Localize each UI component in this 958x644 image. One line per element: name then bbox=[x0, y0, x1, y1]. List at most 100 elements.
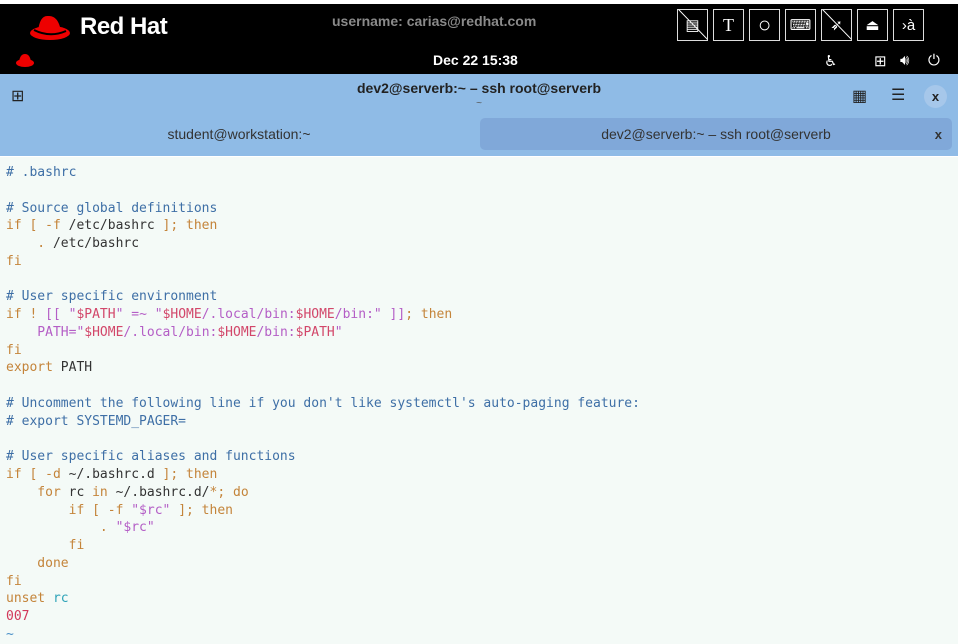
circle-icon: ○ bbox=[757, 12, 772, 37]
code-token: # Source global definitions bbox=[6, 200, 218, 216]
code-token: rc bbox=[68, 484, 93, 500]
accessibility-icon[interactable]: ♿︎ bbox=[824, 52, 837, 70]
terminal-line: fi bbox=[6, 537, 958, 555]
code-token: ~/.bashrc.d bbox=[68, 467, 163, 483]
code-token: fi bbox=[6, 342, 22, 358]
code-token: $PATH bbox=[76, 307, 116, 323]
code-token: ~ bbox=[6, 626, 14, 642]
input-method-button[interactable]: ›à bbox=[893, 9, 924, 41]
tab-label: student@workstation:~ bbox=[167, 126, 311, 142]
terminal-line: # User specific environment bbox=[6, 288, 958, 306]
code-token: "$rc" bbox=[115, 520, 155, 536]
code-token: if [ -f bbox=[6, 218, 69, 234]
terminal-line: unset rc bbox=[6, 590, 958, 608]
terminal-line: if [ -d ~/.bashrc.d ]; then bbox=[6, 466, 958, 484]
code-token: unset bbox=[6, 591, 53, 607]
brand-name: Red Hat bbox=[80, 13, 168, 40]
code-token: # User specific aliases and functions bbox=[6, 449, 296, 465]
network-icon[interactable]: ⊞ bbox=[874, 52, 887, 70]
terminal-line: # Source global definitions bbox=[6, 200, 958, 218]
terminal-line: # User specific aliases and functions bbox=[6, 448, 958, 466]
code-token: PATH=" bbox=[6, 324, 85, 340]
code-token: ]; then bbox=[162, 467, 218, 483]
code-token: in bbox=[92, 484, 116, 500]
keyboard-button[interactable]: ⌨ bbox=[785, 9, 816, 41]
pointer-off-button[interactable]: ➶ bbox=[821, 9, 852, 41]
redhat-hat-icon bbox=[30, 15, 70, 40]
code-token: "$rc" bbox=[131, 502, 171, 518]
code-token: export bbox=[6, 360, 61, 376]
code-token: if [ -f bbox=[6, 502, 132, 518]
code-token: " bbox=[334, 324, 343, 340]
power-icon[interactable]: ⏻ bbox=[928, 52, 940, 69]
tab-label: dev2@serverb:~ – ssh root@serverb bbox=[601, 126, 831, 142]
terminal-line: ~ bbox=[6, 626, 958, 644]
window-subtitle: ~ bbox=[476, 98, 482, 109]
code-token: $HOME bbox=[295, 307, 335, 323]
code-token: " =~ " bbox=[115, 307, 163, 323]
code-token: /bin:" ]] bbox=[334, 307, 406, 323]
code-token: PATH bbox=[60, 360, 93, 376]
code-token: if ! bbox=[6, 307, 46, 323]
tab-overview-icon[interactable]: ▦ bbox=[852, 86, 867, 106]
code-token: ]; then bbox=[162, 218, 218, 234]
redhat-logo: Red Hat bbox=[28, 11, 168, 43]
code-token: # Uncomment the following line if you do… bbox=[6, 395, 640, 411]
code-token: /etc/bashrc bbox=[52, 236, 140, 252]
terminal-line: for rc in ~/.bashrc.d/*; do bbox=[6, 484, 958, 502]
terminal-line: done bbox=[6, 555, 958, 573]
terminal-line: export PATH bbox=[6, 359, 958, 377]
code-token: # export SYSTEMD_PAGER= bbox=[6, 413, 187, 429]
terminal-line: PATH="$HOME/.local/bin:$HOME/bin:$PATH" bbox=[6, 324, 958, 342]
terminal-line: if [ -f /etc/bashrc ]; then bbox=[6, 217, 958, 235]
keyboard-icon: ⌨ bbox=[789, 17, 812, 34]
volume-icon[interactable]: 🔊︎ bbox=[900, 52, 909, 69]
terminal-header: ⊞ dev2@serverb:~ – ssh root@serverb ~ ▦ … bbox=[0, 74, 958, 156]
code-token: fi bbox=[6, 253, 22, 269]
terminal-line: # .bashrc bbox=[6, 164, 958, 182]
close-tab-icon[interactable]: x bbox=[935, 127, 942, 142]
user-icon: ⏏ bbox=[865, 17, 880, 34]
terminal-line: if ! [[ "$PATH" =~ "$HOME/.local/bin:$HO… bbox=[6, 306, 958, 324]
terminal-content[interactable]: # .bashrc # Source global definitions if [… bbox=[0, 157, 958, 644]
code-token: /etc/bashrc bbox=[68, 218, 163, 234]
circle-button[interactable]: ○ bbox=[749, 9, 780, 41]
terminal-line: . "$rc" bbox=[6, 519, 958, 537]
code-token: ]; then bbox=[170, 502, 233, 518]
notes-icon: ▤ bbox=[685, 17, 700, 34]
text-icon: T bbox=[723, 14, 734, 35]
notes-off-button[interactable]: ▤ bbox=[677, 9, 708, 41]
code-token: rc bbox=[52, 591, 69, 607]
close-window-button[interactable]: x bbox=[924, 85, 947, 108]
code-token: /.local/bin: bbox=[123, 324, 218, 340]
tab-serverb[interactable]: dev2@serverb:~ – ssh root@serverb x bbox=[480, 118, 952, 150]
terminal-line: fi bbox=[6, 573, 958, 591]
code-token: $HOME bbox=[217, 324, 257, 340]
code-token: ~/.bashrc.d/ bbox=[115, 484, 210, 500]
code-token: . bbox=[6, 520, 116, 536]
terminal-line: # Uncomment the following line if you do… bbox=[6, 395, 958, 413]
user-button[interactable]: ⏏ bbox=[857, 9, 888, 41]
code-token: 007 bbox=[6, 609, 30, 625]
text-button[interactable]: T bbox=[713, 9, 744, 41]
code-token: [[ bbox=[45, 307, 69, 323]
code-token: fi bbox=[6, 538, 85, 554]
redhat-small-icon[interactable] bbox=[15, 52, 35, 68]
terminal-line: fi bbox=[6, 342, 958, 360]
username-label: username: carias@redhat.com bbox=[332, 13, 537, 29]
menu-icon[interactable]: ☰ bbox=[891, 85, 905, 105]
clock[interactable]: Dec 22 15:38 bbox=[433, 52, 518, 68]
tab-workstation[interactable]: student@workstation:~ bbox=[0, 118, 478, 150]
window-title: dev2@serverb:~ – ssh root@serverb bbox=[356, 80, 602, 96]
top-bar: Red Hat username: carias@redhat.com ▤ T … bbox=[0, 4, 958, 74]
code-token: $PATH bbox=[295, 324, 335, 340]
code-token: $HOME bbox=[84, 324, 124, 340]
terminal-line: . /etc/bashrc bbox=[6, 235, 958, 253]
terminal-line: fi bbox=[6, 253, 958, 271]
code-token: *; do bbox=[209, 484, 249, 500]
code-token: # User specific environment bbox=[6, 289, 218, 305]
